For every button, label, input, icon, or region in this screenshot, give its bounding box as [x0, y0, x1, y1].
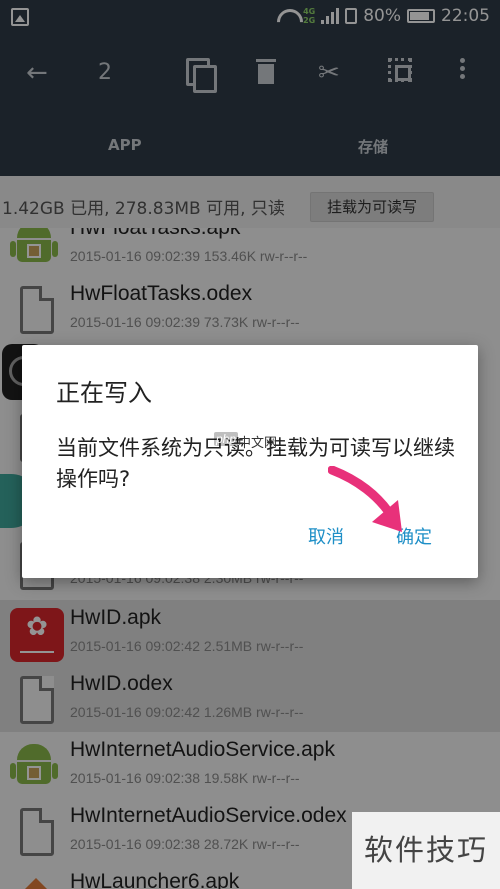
corner-watermark: 软件技巧	[352, 812, 500, 889]
write-dialog: 正在写入 当前文件系统为只读。挂载为可读写以继续操作吗? 取消 确定	[22, 345, 478, 578]
dialog-title: 正在写入	[56, 379, 152, 407]
watermark-text: 中文网	[238, 436, 278, 451]
watermark-badge: php	[214, 432, 239, 446]
annotation-arrow-icon	[328, 466, 402, 532]
